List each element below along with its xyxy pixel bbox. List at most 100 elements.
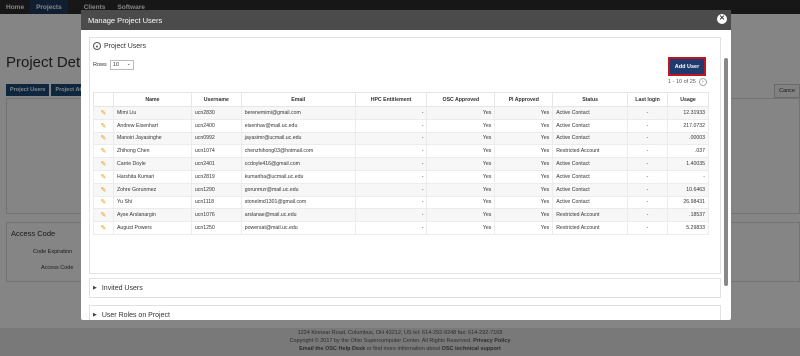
cell-username: ucn1076 xyxy=(190,208,242,223)
manage-project-users-modal: Manage Project Users ✕ ▼ Project Users R… xyxy=(81,10,731,320)
modal-scrollbar[interactable] xyxy=(724,58,728,286)
edit-cell: ✎ xyxy=(93,195,114,210)
column-header-last-login[interactable]: Last login xyxy=(627,92,668,107)
cell-email: berenemimi@gmail.com xyxy=(240,106,356,120)
pencil-edit-icon[interactable]: ✎ xyxy=(101,135,107,142)
user-roles-section: ▶ User Roles on Project xyxy=(89,305,721,320)
cell-osc-approved: Yes xyxy=(426,169,496,184)
cell-name: Manoiri Jayasinghe xyxy=(112,131,192,146)
cell-hpc-entitlement: - xyxy=(354,144,428,159)
cell-status: Active Contact xyxy=(552,118,629,133)
column-header-status[interactable]: Status xyxy=(552,92,629,107)
cell-last-login: - xyxy=(627,169,668,184)
collapse-icon[interactable]: ▼ xyxy=(93,42,101,50)
pencil-edit-icon[interactable]: ✎ xyxy=(101,110,107,117)
cell-last-login: - xyxy=(627,221,668,235)
cell-email: ccdoyle416@gmail.com xyxy=(240,157,356,171)
cell-name: Mimi Liu xyxy=(112,106,192,120)
next-page-icon[interactable]: › xyxy=(698,78,707,86)
cell-last-login: - xyxy=(627,208,668,223)
expand-triangle-icon: ▶ xyxy=(93,285,97,291)
invited-users-section: ▶ Invited Users xyxy=(89,278,721,298)
table-row: ✎ Mimi Liu ucn2830 berenemimi@gmail.com - Yes… xyxy=(93,106,710,120)
cell-last-login: - xyxy=(627,131,668,146)
table-row: ✎ August Powers ucn1250 powersat@mail.uc.ed… xyxy=(93,221,710,235)
column-header-username[interactable]: Username xyxy=(190,92,242,107)
project-users-header[interactable]: ▼ Project Users xyxy=(90,38,720,54)
cell-osc-approved: Yes xyxy=(426,182,496,197)
pager-text: 1 - 10 of 25 xyxy=(668,79,696,85)
column-header-usage[interactable]: Usage xyxy=(666,92,710,107)
cell-hpc-entitlement: - xyxy=(354,131,428,146)
table-row: ✎ Zhihong Chen ucn1074 chenzhihong03@hotmai… xyxy=(93,144,710,159)
users-table-body: ✎ Mimi Liu ucn2830 berenemimi@gmail.com - Yes… xyxy=(93,106,710,235)
column-header-name[interactable]: Name xyxy=(112,92,192,107)
close-icon[interactable]: ✕ xyxy=(717,14,727,24)
rows-label: Rows xyxy=(93,62,107,68)
cell-pi-approved: Yes xyxy=(494,106,554,120)
edit-cell: ✎ xyxy=(93,118,114,133)
column-header-pi-approved[interactable]: PI Approved xyxy=(494,92,554,107)
edit-cell: ✎ xyxy=(93,157,114,171)
table-row: ✎ Ayse Arslanargin ucn1076 arslanae@mail.uc… xyxy=(93,208,710,223)
table-row: ✎ Manoiri Jayasinghe ucn0992 jayasimr@ucmai… xyxy=(93,131,710,146)
modal-title: Manage Project Users xyxy=(88,15,163,25)
cell-pi-approved: Yes xyxy=(494,169,554,184)
cell-osc-approved: Yes xyxy=(426,221,496,235)
cell-usage: .00003 xyxy=(666,131,710,146)
cell-status: Restricted Account xyxy=(552,208,629,223)
users-table: Name Username Email HPC Entitlement OSC … xyxy=(93,92,710,235)
pencil-edit-icon[interactable]: ✎ xyxy=(101,161,107,168)
invited-users-header[interactable]: ▶ Invited Users xyxy=(90,279,720,297)
cell-hpc-entitlement: - xyxy=(354,118,428,133)
cell-usage: - xyxy=(666,169,710,184)
cell-osc-approved: Yes xyxy=(426,195,496,210)
add-user-button[interactable]: Add User xyxy=(668,57,706,76)
pencil-edit-icon[interactable]: ✎ xyxy=(101,199,107,206)
cell-last-login: - xyxy=(627,118,668,133)
pencil-edit-icon[interactable]: ✎ xyxy=(101,187,107,194)
edit-cell: ✎ xyxy=(93,144,114,159)
cell-username: ucn1118 xyxy=(190,195,242,210)
cell-usage: .18537 xyxy=(666,208,710,223)
edit-cell: ✎ xyxy=(93,221,114,235)
column-header-osc-approved[interactable]: OSC Approved xyxy=(426,92,496,107)
rows-value: 10 xyxy=(112,62,119,68)
pencil-edit-icon[interactable]: ✎ xyxy=(101,174,107,181)
table-row: ✎ Yu Shi ucn1118 stonelmd1301@gmail.com - Yes… xyxy=(93,195,710,210)
cell-email: gorunmzr@mail.uc.edu xyxy=(240,182,356,197)
column-header-email[interactable]: Email xyxy=(240,92,356,107)
cell-name: Zhihong Chen xyxy=(112,144,192,159)
table-header-row: Name Username Email HPC Entitlement OSC … xyxy=(93,92,710,107)
cell-last-login: - xyxy=(627,144,668,159)
pencil-edit-icon[interactable]: ✎ xyxy=(101,123,107,130)
cell-name: August Powers xyxy=(112,221,192,235)
pagination: 1 - 10 of 25 › xyxy=(668,78,707,86)
cell-email: jayasimr@ucmail.uc.edu xyxy=(240,131,356,146)
pencil-edit-icon[interactable]: ✎ xyxy=(101,225,107,232)
cell-username: ucn0992 xyxy=(190,131,242,146)
cell-username: ucn1290 xyxy=(190,182,242,197)
cell-name: Zohre Gorunmez xyxy=(112,182,192,197)
cell-status: Active Contact xyxy=(552,131,629,146)
pencil-edit-icon[interactable]: ✎ xyxy=(101,148,107,155)
cell-osc-approved: Yes xyxy=(426,157,496,171)
cell-email: stonelmd1301@gmail.com xyxy=(240,195,356,210)
cell-hpc-entitlement: - xyxy=(354,169,428,184)
cell-hpc-entitlement: - xyxy=(354,106,428,120)
cell-usage: 1.40035 xyxy=(666,157,710,171)
cell-last-login: - xyxy=(627,195,668,210)
user-roles-title: User Roles on Project xyxy=(101,311,170,319)
pencil-edit-icon[interactable]: ✎ xyxy=(101,212,107,219)
cell-username: ucn2819 xyxy=(190,169,242,184)
cell-status: Restricted Account xyxy=(552,144,629,159)
rows-per-page-select[interactable]: 10 ⌄ xyxy=(109,60,134,70)
column-header-hpc-entitlement[interactable]: HPC Entitlement xyxy=(354,92,428,107)
cell-hpc-entitlement: - xyxy=(354,221,428,235)
edit-cell: ✎ xyxy=(93,106,114,120)
user-roles-header[interactable]: ▶ User Roles on Project xyxy=(90,306,720,320)
cell-pi-approved: Yes xyxy=(494,118,554,133)
cell-last-login: - xyxy=(627,182,668,197)
table-row: ✎ Carrie Doyle ucn2401 ccdoyle416@gmail.com… xyxy=(93,157,710,171)
cell-status: Active Contact xyxy=(552,157,629,171)
